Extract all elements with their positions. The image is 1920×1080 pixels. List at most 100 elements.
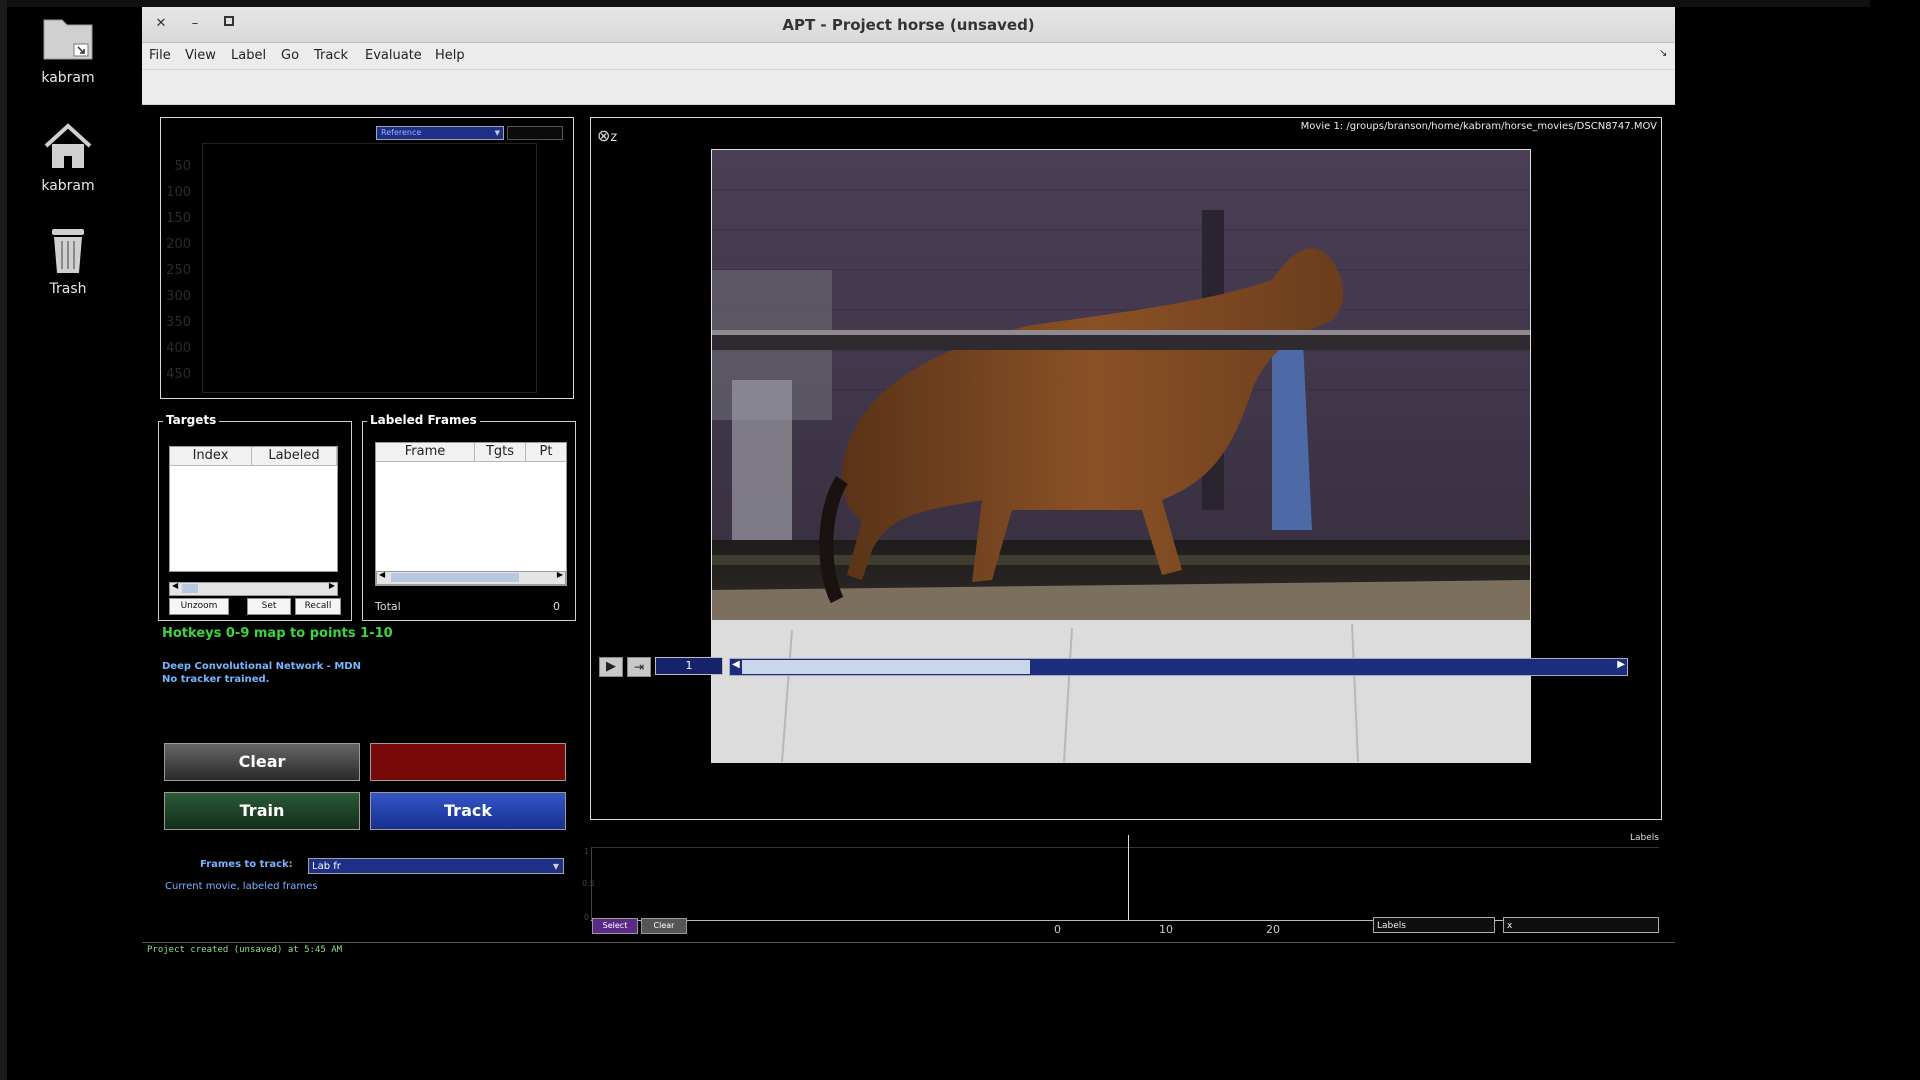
- reference-button[interactable]: [507, 126, 563, 140]
- reference-y-tick: 50: [174, 159, 191, 174]
- tracker-type-text: Deep Convolutional Network - MDN: [162, 661, 361, 672]
- timeline-y-tick-05: 0.5: [582, 879, 595, 888]
- menu-view[interactable]: View: [185, 48, 216, 63]
- desktop-icon-kabram-folder[interactable]: kabram: [28, 14, 108, 86]
- movie-path-text: Movie 1: /groups/branson/home/kabram/hor…: [1300, 121, 1657, 132]
- timeline-top-axis: [591, 847, 1659, 848]
- desktop-icon-kabram-home[interactable]: kabram: [28, 122, 108, 194]
- reference-axes: [202, 143, 537, 393]
- slider-left-icon[interactable]: ◀: [732, 659, 740, 670]
- timeline-panel: Labels 1 0.5 0: [582, 833, 1659, 922]
- reference-y-tick: 350: [166, 315, 191, 330]
- scroll-left-icon[interactable]: ◀: [172, 581, 178, 590]
- red-action-button[interactable]: [370, 743, 566, 781]
- unzoom-button[interactable]: Unzoom: [169, 598, 229, 615]
- status-divider: [142, 942, 1675, 943]
- timeline-second-dropdown[interactable]: x: [1503, 917, 1659, 933]
- frame-number-input[interactable]: 1: [655, 657, 723, 675]
- frames-to-track-value: Lab fr: [312, 861, 341, 872]
- reference-dropdown-value: Reference: [381, 128, 422, 137]
- video-viewer-panel: ⊗z Movie 1: /groups/branson/home/kabram/…: [590, 117, 1662, 820]
- desktop-icon-label: kabram: [41, 178, 95, 194]
- set-button[interactable]: Set: [247, 598, 291, 615]
- targets-hscrollbar[interactable]: ◀ ▶: [169, 581, 338, 596]
- timeline-labels-title: Labels: [1630, 833, 1659, 843]
- menu-label[interactable]: Label: [231, 48, 266, 63]
- desktop-top-strip: [0, 0, 1870, 7]
- apt-window: ✕ – APT - Project horse (unsaved) File V…: [142, 7, 1675, 1067]
- frame-slider[interactable]: ◀ ▶: [729, 658, 1628, 676]
- menu-help[interactable]: Help: [435, 48, 465, 63]
- status-text: Project created (unsaved) at 5:45 AM: [147, 945, 343, 955]
- train-button[interactable]: Train: [164, 792, 360, 830]
- frames-to-track-label: Frames to track:: [200, 859, 293, 870]
- targets-table[interactable]: Index Labeled: [169, 446, 338, 572]
- desktop-icon-trash[interactable]: Trash: [28, 225, 108, 297]
- targets-col-index[interactable]: Index: [170, 447, 252, 466]
- recall-button[interactable]: Recall: [295, 598, 341, 615]
- folder-icon: [40, 14, 96, 64]
- play-button[interactable]: ▶: [599, 657, 623, 677]
- step-forward-icon: ⇥: [633, 660, 645, 674]
- reference-y-tick: 450: [166, 367, 191, 382]
- reference-dropdown[interactable]: Reference ▼: [376, 126, 504, 140]
- targets-panel: Targets Index Labeled ◀ ▶ Unzoom Set Rec…: [158, 413, 352, 621]
- tracker-status-text: No tracker trained.: [162, 674, 270, 685]
- frames-note: Current movie, labeled frames: [165, 881, 318, 892]
- scroll-thumb[interactable]: [182, 584, 198, 593]
- menu-evaluate[interactable]: Evaluate: [365, 48, 422, 63]
- timeline-x-tick-20: 20: [1266, 923, 1280, 936]
- zoom-reset-icon[interactable]: ⊗z: [597, 126, 617, 145]
- total-label: Total: [375, 600, 401, 613]
- menu-go[interactable]: Go: [281, 48, 299, 63]
- timeline-cursor[interactable]: [1128, 835, 1129, 920]
- step-forward-button[interactable]: ⇥: [627, 657, 651, 677]
- scroll-thumb[interactable]: [391, 573, 519, 582]
- targets-legend: Targets: [163, 413, 220, 427]
- desktop-icon-label: kabram: [41, 70, 95, 86]
- hotkeys-text: Hotkeys 0-9 map to points 1-10: [162, 626, 393, 641]
- labels-dropdown[interactable]: Labels: [1373, 917, 1495, 933]
- menu-track[interactable]: Track: [314, 48, 348, 63]
- timeline-y-tick-0: 0: [584, 913, 590, 922]
- title-bar: ✕ – APT - Project horse (unsaved): [142, 7, 1675, 43]
- labeled-frames-legend: Labeled Frames: [367, 413, 480, 427]
- reference-y-tick: 250: [166, 263, 191, 278]
- reference-y-tick: 150: [166, 211, 191, 226]
- track-button[interactable]: Track: [370, 792, 566, 830]
- menu-bar: File View Label Go Track Evaluate Help ↘: [142, 43, 1675, 69]
- labeled-col-tgts[interactable]: Tgts: [475, 443, 526, 462]
- scroll-left-icon[interactable]: ◀: [379, 570, 385, 579]
- timeline-x-tick-0: 0: [1054, 923, 1061, 936]
- scroll-right-icon[interactable]: ▶: [557, 570, 563, 579]
- slider-right-icon[interactable]: ▶: [1617, 659, 1625, 670]
- menu-overflow-icon[interactable]: ↘: [1659, 48, 1667, 59]
- home-icon: [40, 122, 96, 172]
- slider-thumb[interactable]: [742, 660, 1030, 674]
- clear-button[interactable]: Clear: [164, 743, 360, 781]
- desktop-left-edge: [0, 0, 7, 1080]
- targets-col-labeled[interactable]: Labeled: [252, 447, 337, 466]
- total-value: 0: [553, 600, 560, 613]
- labeled-hscrollbar[interactable]: ◀ ▶: [376, 570, 566, 585]
- reference-y-tick: 100: [166, 185, 191, 200]
- reference-panel: 50 100 150 200 250 300 350 400 450 Reference ▼: [160, 117, 574, 399]
- toolbar: [142, 69, 1675, 105]
- window-title: APT - Project horse (unsaved): [782, 16, 1035, 34]
- reference-y-tick: 400: [166, 341, 191, 356]
- chevron-down-icon: ▼: [494, 129, 500, 137]
- labeled-frames-table[interactable]: Frame Tgts Pt ◀ ▶: [375, 442, 567, 586]
- labeled-col-pt[interactable]: Pt: [526, 443, 566, 462]
- timeline-y-tick-1: 1: [584, 847, 590, 856]
- timeline-x-axis: [591, 920, 1659, 921]
- timeline-x-tick-10: 10: [1159, 923, 1173, 936]
- reference-y-tick: 300: [166, 289, 191, 304]
- menu-file[interactable]: File: [149, 48, 171, 63]
- timeline-clear-button[interactable]: Clear: [641, 918, 687, 934]
- frames-to-track-select[interactable]: Lab fr ▼: [308, 858, 564, 874]
- play-icon: ▶: [606, 659, 616, 674]
- trash-icon: [40, 225, 96, 275]
- scroll-right-icon[interactable]: ▶: [329, 581, 335, 590]
- labeled-col-frame[interactable]: Frame: [376, 443, 475, 462]
- timeline-select-button[interactable]: Select: [592, 918, 638, 934]
